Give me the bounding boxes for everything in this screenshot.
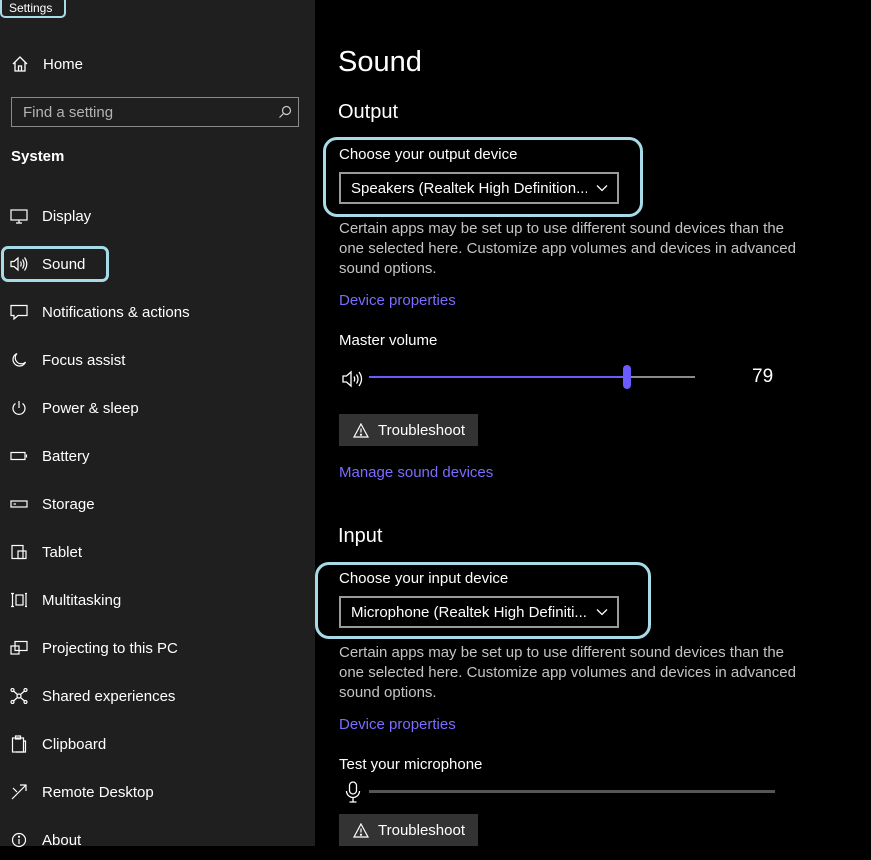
master-volume-label: Master volume bbox=[339, 332, 438, 349]
input-device-dropdown[interactable]: Microphone (Realtek High Definiti... bbox=[339, 596, 619, 628]
sidebar-item-label: Storage bbox=[42, 495, 95, 513]
output-device-dropdown[interactable]: Speakers (Realtek High Definition... bbox=[339, 172, 619, 204]
page-title: Sound bbox=[338, 46, 422, 78]
input-device-value: Microphone (Realtek High Definiti... bbox=[351, 603, 587, 621]
sidebar-item-display[interactable]: Display bbox=[0, 196, 315, 236]
sidebar-item-notifications[interactable]: Notifications & actions bbox=[0, 292, 315, 332]
input-device-label: Choose your input device bbox=[339, 570, 509, 587]
chevron-down-icon bbox=[587, 608, 617, 616]
home-nav-item[interactable]: Home bbox=[11, 52, 83, 76]
sidebar-item-sound[interactable]: Sound bbox=[0, 244, 315, 284]
warning-icon bbox=[353, 822, 369, 838]
input-troubleshoot-button[interactable]: Troubleshoot bbox=[339, 814, 478, 846]
volume-track-empty bbox=[627, 376, 695, 378]
sidebar-item-remote-desktop[interactable]: Remote Desktop bbox=[0, 772, 315, 812]
test-microphone-label: Test your microphone bbox=[339, 756, 483, 773]
search-icon[interactable] bbox=[272, 105, 298, 119]
notifications-icon bbox=[9, 302, 29, 322]
output-heading: Output bbox=[338, 101, 399, 123]
moon-icon bbox=[9, 350, 29, 370]
section-header-system: System bbox=[11, 148, 65, 165]
output-description: Certain apps may be set up to use differ… bbox=[339, 220, 796, 277]
storage-icon bbox=[9, 494, 29, 514]
sidebar-item-label: Projecting to this PC bbox=[42, 639, 178, 657]
sidebar-item-label: Shared experiences bbox=[42, 687, 176, 705]
display-icon bbox=[9, 206, 29, 226]
output-device-label: Choose your output device bbox=[339, 146, 518, 163]
sidebar-item-clipboard[interactable]: Clipboard bbox=[0, 724, 315, 764]
speaker-icon[interactable] bbox=[342, 370, 364, 393]
sidebar-item-label: Display bbox=[42, 207, 92, 225]
sidebar-item-tablet[interactable]: Tablet bbox=[0, 532, 315, 572]
microphone-icon bbox=[345, 781, 361, 808]
sidebar-item-label: Clipboard bbox=[42, 735, 107, 753]
sidebar-item-battery[interactable]: Battery bbox=[0, 436, 315, 476]
input-description: Certain apps may be set up to use differ… bbox=[339, 644, 796, 701]
sidebar-item-label: Focus assist bbox=[42, 351, 126, 369]
volume-thumb[interactable] bbox=[623, 365, 631, 389]
manage-sound-devices-link[interactable]: Manage sound devices bbox=[339, 464, 493, 481]
sidebar-item-label: Tablet bbox=[42, 543, 83, 561]
troubleshoot-label: Troubleshoot bbox=[378, 421, 465, 439]
info-icon bbox=[9, 830, 29, 850]
sidebar: Settings Home System Display Sound Notif bbox=[0, 0, 315, 849]
input-device-properties-link[interactable]: Device properties bbox=[339, 716, 456, 733]
sidebar-item-multitasking[interactable]: Multitasking bbox=[0, 580, 315, 620]
projecting-icon bbox=[9, 638, 29, 658]
sidebar-item-label: Sound bbox=[42, 255, 86, 273]
sidebar-item-power-sleep[interactable]: Power & sleep bbox=[0, 388, 315, 428]
sidebar-item-projecting[interactable]: Projecting to this PC bbox=[0, 628, 315, 668]
search-input[interactable] bbox=[12, 102, 272, 122]
sidebar-item-label: Battery bbox=[42, 447, 90, 465]
chevron-down-icon bbox=[587, 184, 617, 192]
tablet-icon bbox=[9, 542, 29, 562]
sidebar-item-focus-assist[interactable]: Focus assist bbox=[0, 340, 315, 380]
shared-icon bbox=[9, 686, 29, 706]
sidebar-item-label: Power & sleep bbox=[42, 399, 139, 417]
remote-desktop-icon bbox=[9, 782, 29, 802]
power-icon bbox=[9, 398, 29, 418]
sidebar-item-label: Remote Desktop bbox=[42, 783, 154, 801]
output-device-properties-link[interactable]: Device properties bbox=[339, 292, 456, 309]
home-icon bbox=[12, 56, 28, 72]
sidebar-item-about[interactable]: About bbox=[0, 820, 315, 860]
warning-icon bbox=[353, 422, 369, 438]
clipboard-icon bbox=[9, 734, 29, 754]
search-box[interactable] bbox=[11, 97, 299, 127]
microphone-level-bar bbox=[369, 790, 775, 793]
volume-track-filled bbox=[369, 376, 627, 378]
output-device-value: Speakers (Realtek High Definition... bbox=[351, 179, 587, 197]
home-label: Home bbox=[43, 55, 84, 73]
sidebar-item-label: Multitasking bbox=[42, 591, 122, 609]
output-troubleshoot-button[interactable]: Troubleshoot bbox=[339, 414, 478, 446]
master-volume-slider[interactable] bbox=[369, 364, 695, 390]
window-title: Settings bbox=[0, 0, 66, 18]
input-heading: Input bbox=[338, 525, 383, 547]
speaker-icon bbox=[9, 254, 29, 274]
sidebar-item-shared-experiences[interactable]: Shared experiences bbox=[0, 676, 315, 716]
multitasking-icon bbox=[9, 590, 29, 610]
battery-icon bbox=[9, 446, 29, 466]
volume-value: 79 bbox=[752, 366, 774, 387]
troubleshoot-label: Troubleshoot bbox=[378, 821, 465, 839]
sidebar-item-label: Notifications & actions bbox=[42, 303, 190, 321]
sidebar-item-storage[interactable]: Storage bbox=[0, 484, 315, 524]
